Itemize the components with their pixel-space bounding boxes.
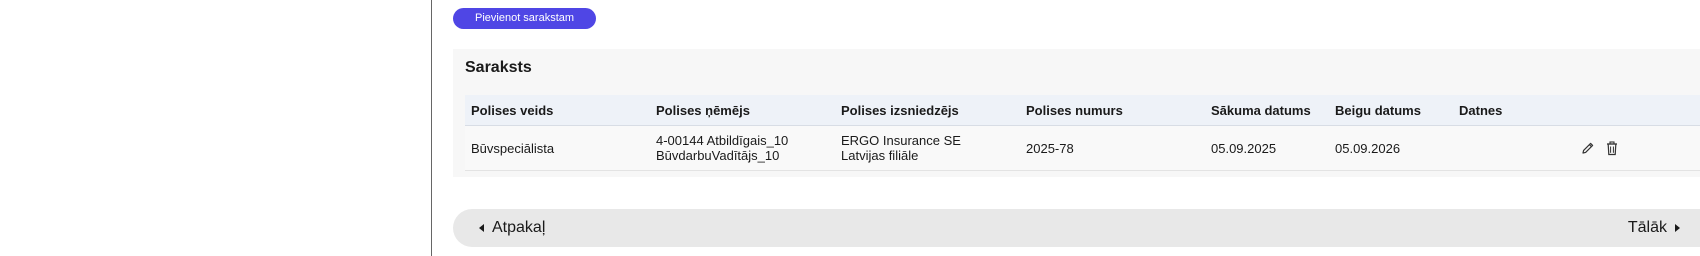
column-header-holder: Polises ņēmējs [656,102,750,118]
back-button[interactable]: Atpakaļ [479,209,545,247]
issuer-line-2: Latvijas filiāle [841,148,919,163]
column-header-end-date: Beigu datums [1335,102,1421,118]
column-header-files: Datnes [1459,102,1503,118]
table-header: Polises veids Polises ņēmējs Polises izs… [465,95,1700,126]
cell-holder: 4-00144 Atbildīgais_10 BūvdarbuVadītājs_… [656,126,836,170]
cell-files [1459,126,1579,170]
holder-line-1: 4-00144 Atbildīgais_10 [656,133,789,148]
column-header-start-date: Sākuma datums [1211,102,1311,118]
triangle-left-icon [479,224,484,232]
column-header-type: Polises veids [471,102,554,118]
cell-end-date: 05.09.2026 [1335,140,1401,156]
add-to-list-button[interactable]: Pievienot sarakstam [453,8,597,29]
pencil-icon[interactable] [1580,140,1596,156]
left-panel [0,0,432,256]
cell-number: 2025-78 [1026,140,1074,156]
list-section: Saraksts Polises veids Polises ņēmējs Po… [453,49,1700,177]
back-label: Atpakaļ [492,219,546,236]
cell-issuer: ERGO Insurance SE Latvijas filiāle [841,126,1021,170]
holder-line-2: BūvdarbuVadītājs_10 [656,148,780,163]
next-button[interactable]: Tālāk [1628,209,1680,247]
policies-table: Polises veids Polises ņēmējs Polises izs… [465,95,1700,171]
list-title: Saraksts [465,59,532,76]
column-header-issuer: Polises izsniedzējs [841,102,959,118]
trash-icon[interactable] [1604,140,1620,156]
wizard-navigation: Atpakaļ Tālāk [453,209,1700,247]
triangle-right-icon [1675,224,1680,232]
issuer-line-1: ERGO Insurance SE [841,133,961,148]
next-label: Tālāk [1627,219,1667,236]
table-row: Būvspeciālista 4-00144 Atbildīgais_10 Bū… [465,126,1700,171]
cell-start-date: 05.09.2025 [1211,140,1277,156]
row-actions [1580,126,1620,170]
cell-type: Būvspeciālista [471,140,555,156]
column-header-number: Polises numurs [1026,102,1123,118]
